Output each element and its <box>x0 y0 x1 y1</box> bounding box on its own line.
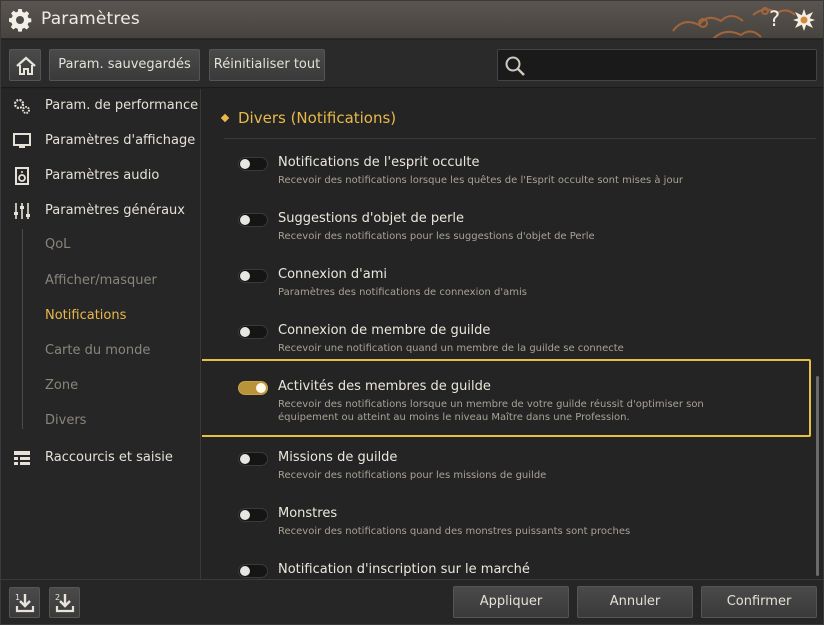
sidebar-subitem-world-map[interactable]: Carte du monde <box>45 343 195 371</box>
toggle-knob <box>240 566 250 576</box>
apply-button[interactable]: Appliquer <box>453 586 569 618</box>
toggle-knob <box>256 383 266 393</box>
sidebar-item-label: Paramètres audio <box>45 168 160 183</box>
setting-description: Recevoir une notification quand un membr… <box>278 343 624 354</box>
sidebar-subitem-zone[interactable]: Zone <box>45 378 195 406</box>
toggle-knob <box>240 454 250 464</box>
close-star-icon[interactable] <box>792 8 816 32</box>
setting-title: Notification d'inscription sur le marché <box>278 562 530 577</box>
section-title: Divers (Notifications) <box>220 109 397 127</box>
setting-description: Recevoir des notifications pour les sugg… <box>278 231 595 242</box>
home-icon <box>16 56 36 75</box>
setting-title: Monstres <box>278 506 338 521</box>
sliders-icon <box>14 203 30 219</box>
sidebar-subitem-misc[interactable]: Divers <box>45 413 195 441</box>
toggle-switch[interactable] <box>238 452 268 466</box>
search-box <box>497 49 817 81</box>
sidebar-item-display[interactable]: Paramètres d'affichage <box>1 126 199 156</box>
toggle-switch[interactable] <box>238 381 268 395</box>
toggle-knob <box>240 159 250 169</box>
setting-title: Missions de guilde <box>278 450 398 465</box>
keyboard-list-icon <box>14 451 30 465</box>
sidebar-item-shortcuts[interactable]: Raccourcis et saisie <box>1 443 199 473</box>
confirm-button[interactable]: Confirmer <box>701 586 817 618</box>
setting-description: Recevoir des notifications lorsque un me… <box>278 399 704 423</box>
gears-icon <box>13 98 30 114</box>
setting-description: Recevoir des notifications lorsque les q… <box>278 175 684 186</box>
setting-title: Connexion de membre de guilde <box>278 323 491 338</box>
setting-title: Connexion d'ami <box>278 267 387 282</box>
toggle-switch[interactable] <box>238 213 268 227</box>
toggle-switch[interactable] <box>238 508 268 522</box>
home-button[interactable] <box>9 49 41 81</box>
toggle-switch[interactable] <box>238 269 268 283</box>
download-icon: 2 <box>55 593 75 613</box>
sidebar-subitem-show-hide[interactable]: Afficher/masquer <box>45 273 195 301</box>
toolbar: Param. sauvegardés Réinitialiser tout <box>1 40 823 88</box>
toggle-knob <box>240 215 250 225</box>
load-slot-1-button[interactable]: 1 <box>9 587 40 618</box>
slot-number: 2 <box>55 593 60 602</box>
scrollbar[interactable] <box>816 376 819 576</box>
tree-line <box>22 229 23 429</box>
search-icon <box>505 56 525 76</box>
sidebar-item-label: Param. de performance <box>45 98 199 113</box>
section-title-text: Divers (Notifications) <box>238 109 397 127</box>
speaker-icon <box>15 167 29 185</box>
window-title: Paramètres <box>41 9 140 29</box>
gear-icon <box>9 9 32 32</box>
sidebar-item-general[interactable]: Paramètres généraux <box>1 196 199 226</box>
setting-title: Activités des membres de guilde <box>278 379 491 394</box>
setting-description: Paramètres des notifications de connexio… <box>278 287 527 298</box>
sidebar-item-audio[interactable]: Paramètres audio <box>1 161 199 191</box>
divider <box>224 138 816 139</box>
sidebar-item-performance[interactable]: Param. de performance <box>1 91 199 121</box>
toggle-switch[interactable] <box>238 325 268 339</box>
sidebar-subitem-notifications[interactable]: Notifications <box>45 308 195 336</box>
setting-description: Recevoir des notifications pour les miss… <box>278 470 547 481</box>
reset-all-button[interactable]: Réinitialiser tout <box>209 49 325 81</box>
sidebar-item-label: Paramètres d'affichage <box>45 133 196 148</box>
toggle-knob <box>240 510 250 520</box>
load-slot-2-button[interactable]: 2 <box>49 587 80 618</box>
settings-window: Paramètres ? Param. sauvegardés Réinitia… <box>0 0 824 625</box>
slot-number: 1 <box>15 593 20 602</box>
cancel-button[interactable]: Annuler <box>577 586 693 618</box>
footer: 1 2 Appliquer Annuler Confirmer <box>1 579 823 624</box>
setting-title: Notifications de l'esprit occulte <box>278 155 480 170</box>
saved-settings-button[interactable]: Param. sauvegardés <box>49 49 200 81</box>
toggle-switch[interactable] <box>238 564 268 578</box>
sidebar-item-label: Raccourcis et saisie <box>45 450 173 465</box>
search-input[interactable] <box>532 54 810 76</box>
toggle-switch[interactable] <box>238 157 268 171</box>
settings-panel: Divers (Notifications) Notifications de … <box>202 89 823 579</box>
toggle-knob <box>240 327 250 337</box>
title-bar: Paramètres ? <box>1 1 823 39</box>
monitor-icon <box>13 133 31 148</box>
sidebar-subitem-qol[interactable]: QoL <box>45 237 195 265</box>
toggle-knob <box>240 271 250 281</box>
sidebar-item-label: Paramètres généraux <box>45 203 185 218</box>
diamond-icon <box>220 113 230 123</box>
setting-description: Recevoir des notifications quand des mon… <box>278 526 631 537</box>
help-button[interactable]: ? <box>769 7 780 31</box>
download-icon: 1 <box>15 593 35 613</box>
setting-title: Suggestions d'objet de perle <box>278 211 465 226</box>
sidebar: Param. de performance Paramètres d'affic… <box>1 89 201 579</box>
